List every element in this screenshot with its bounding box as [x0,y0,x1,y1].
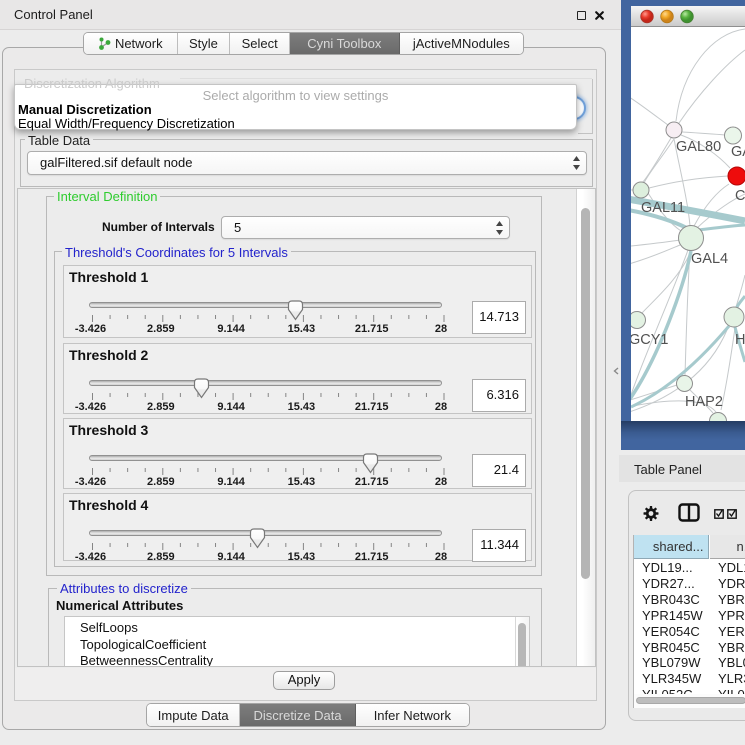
svg-text:GAL11: GAL11 [641,200,685,216]
svg-text:GAL4: GAL4 [691,251,728,267]
svg-text:GAL80: GAL80 [676,139,721,155]
svg-text:H: H [735,332,745,348]
svg-text:HAP2: HAP2 [685,394,723,410]
svg-text:GA: GA [731,144,745,160]
svg-text:GCY1: GCY1 [631,332,669,348]
svg-text:C: C [735,188,745,204]
